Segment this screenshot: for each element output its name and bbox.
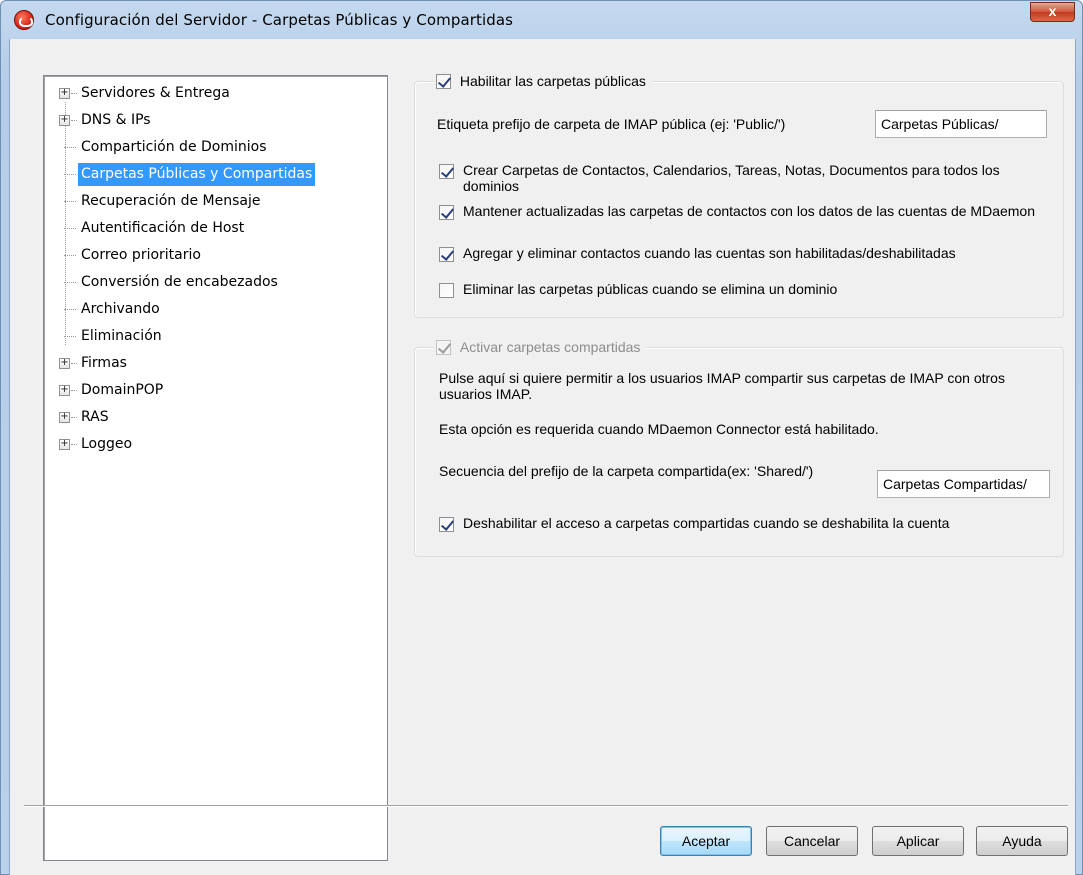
keep-updated-checkbox[interactable]: [439, 205, 454, 220]
tree-connector: [64, 309, 76, 310]
tree-connector: [64, 174, 76, 175]
tree-connector: [71, 363, 77, 364]
tree-item[interactable]: Compartición de Dominios: [44, 134, 384, 160]
tree-item-label: DomainPOP: [81, 382, 164, 398]
tree-connector: [64, 228, 76, 229]
add-remove-contacts-checkbox[interactable]: [439, 247, 454, 262]
tree-connector: [64, 201, 76, 202]
disable-shared-access-option[interactable]: Deshabilitar el acceso a carpetas compar…: [439, 515, 1049, 535]
tree-connector: [64, 255, 76, 256]
delete-on-domain-checkbox[interactable]: [439, 283, 454, 298]
tree-item-label: Conversión de encabezados: [81, 274, 278, 290]
accept-button[interactable]: Aceptar: [660, 826, 752, 856]
tree-item[interactable]: Archivando: [44, 296, 384, 322]
shared-folders-description: Pulse aquí si quiere permitir a los usua…: [439, 370, 1005, 402]
tree-item[interactable]: Autentificación de Host: [44, 215, 384, 241]
create-folders-label: Crear Carpetas de Contactos, Calendarios…: [463, 162, 1000, 194]
tree-item-label: Loggeo: [81, 436, 133, 452]
dialog-window: Configuración del Servidor - Carpetas Pú…: [0, 0, 1083, 875]
public-prefix-input[interactable]: Carpetas Públicas/: [875, 110, 1047, 138]
disable-shared-access-checkbox[interactable]: [439, 517, 454, 532]
tree-item[interactable]: + RAS: [44, 404, 384, 430]
tree-item[interactable]: Correo prioritario: [44, 242, 384, 268]
shared-folders-group-caption: Activar carpetas compartidas: [434, 337, 646, 357]
tree-item[interactable]: + DomainPOP: [44, 377, 384, 403]
apply-button[interactable]: Aplicar: [872, 826, 964, 856]
keep-updated-option[interactable]: Mantener actualizadas las carpetas de co…: [439, 203, 1049, 239]
tree-connector: [64, 282, 76, 283]
close-button[interactable]: x: [1030, 2, 1075, 22]
public-prefix-label: Etiqueta prefijo de carpeta de IMAP públ…: [437, 116, 786, 132]
tree-item[interactable]: + Servidores & Entrega: [44, 80, 384, 106]
disable-shared-access-label: Deshabilitar el acceso a carpetas compar…: [463, 515, 950, 531]
delete-on-domain-label: Eliminar las carpetas públicas cuando se…: [463, 281, 838, 297]
tree-expand-icon[interactable]: +: [59, 88, 70, 99]
dialog-client-area: + Servidores & Entrega + DNS & IPs Compartic…: [9, 39, 1076, 875]
enable-public-folders-label: Habilitar las carpetas públicas: [459, 73, 646, 89]
tree-connector: [71, 120, 77, 121]
tree-expand-icon[interactable]: +: [59, 358, 70, 369]
tree-item[interactable]: Conversión de encabezados: [44, 269, 384, 295]
add-remove-contacts-option[interactable]: Agregar y eliminar contactos cuando las …: [439, 245, 1054, 265]
shared-folders-requirement-note: Esta opción es requerida cuando MDaemon …: [439, 421, 879, 437]
public-folders-group-caption: Habilitar las carpetas públicas: [434, 71, 651, 91]
title-bar[interactable]: Configuración del Servidor - Carpetas Pú…: [1, 1, 1082, 39]
tree-item-label: Compartición de Dominios: [81, 139, 267, 155]
create-folders-option[interactable]: Crear Carpetas de Contactos, Calendarios…: [439, 162, 1049, 198]
tree-item[interactable]: + Loggeo: [44, 431, 384, 457]
keep-updated-label: Mantener actualizadas las carpetas de co…: [463, 203, 1035, 219]
tree-item-label: Eliminación: [81, 328, 162, 344]
tree-item-label: RAS: [81, 409, 109, 425]
shared-prefix-label: Secuencia del prefijo de la carpeta comp…: [439, 463, 814, 479]
cancel-button[interactable]: Cancelar: [766, 826, 858, 856]
help-button[interactable]: Ayuda: [976, 826, 1068, 856]
tree-connector: [71, 444, 77, 445]
tree-item-label: Carpetas Públicas y Compartidas: [78, 163, 316, 186]
enable-public-folders-checkbox[interactable]: [436, 74, 451, 89]
tree-expand-icon[interactable]: +: [59, 115, 70, 126]
tree-expand-icon[interactable]: +: [59, 385, 70, 396]
tree-item[interactable]: + Firmas: [44, 350, 384, 376]
tree-item[interactable]: Carpetas Públicas y Compartidas: [44, 161, 384, 187]
button-separator: [24, 805, 1068, 807]
enable-shared-folders-checkbox[interactable]: [436, 340, 451, 355]
tree-item-label: Servidores & Entrega: [81, 85, 230, 101]
window-title: Configuración del Servidor - Carpetas Pú…: [45, 11, 514, 29]
tree-connector: [64, 336, 76, 337]
tree-expand-icon[interactable]: +: [59, 412, 70, 423]
tree-item-label: Autentificación de Host: [81, 220, 245, 236]
create-folders-checkbox[interactable]: [439, 164, 454, 179]
tree-item[interactable]: + DNS & IPs: [44, 107, 384, 133]
delete-on-domain-option[interactable]: Eliminar las carpetas públicas cuando se…: [439, 281, 939, 301]
tree-connector: [64, 147, 76, 148]
enable-shared-folders-label: Activar carpetas compartidas: [459, 339, 641, 355]
tree-item-label: Firmas: [81, 355, 127, 371]
tree-item[interactable]: Eliminación: [44, 323, 384, 349]
tree-item-label: Archivando: [81, 301, 160, 317]
shared-prefix-input[interactable]: Carpetas Compartidas/: [877, 470, 1050, 498]
tree-item-label: DNS & IPs: [81, 112, 151, 128]
tree-connector: [71, 390, 77, 391]
mdaemon-app-icon: [14, 10, 34, 30]
tree-connector: [71, 93, 77, 94]
add-remove-contacts-label: Agregar y eliminar contactos cuando las …: [463, 245, 956, 261]
tree-expand-icon[interactable]: +: [59, 439, 70, 450]
settings-tree[interactable]: + Servidores & Entrega + DNS & IPs Compartic…: [43, 75, 388, 861]
tree-item[interactable]: Recuperación de Mensaje: [44, 188, 384, 214]
tree-item-label: Correo prioritario: [81, 247, 201, 263]
tree-item-label: Recuperación de Mensaje: [81, 193, 261, 209]
tree-connector: [71, 417, 77, 418]
